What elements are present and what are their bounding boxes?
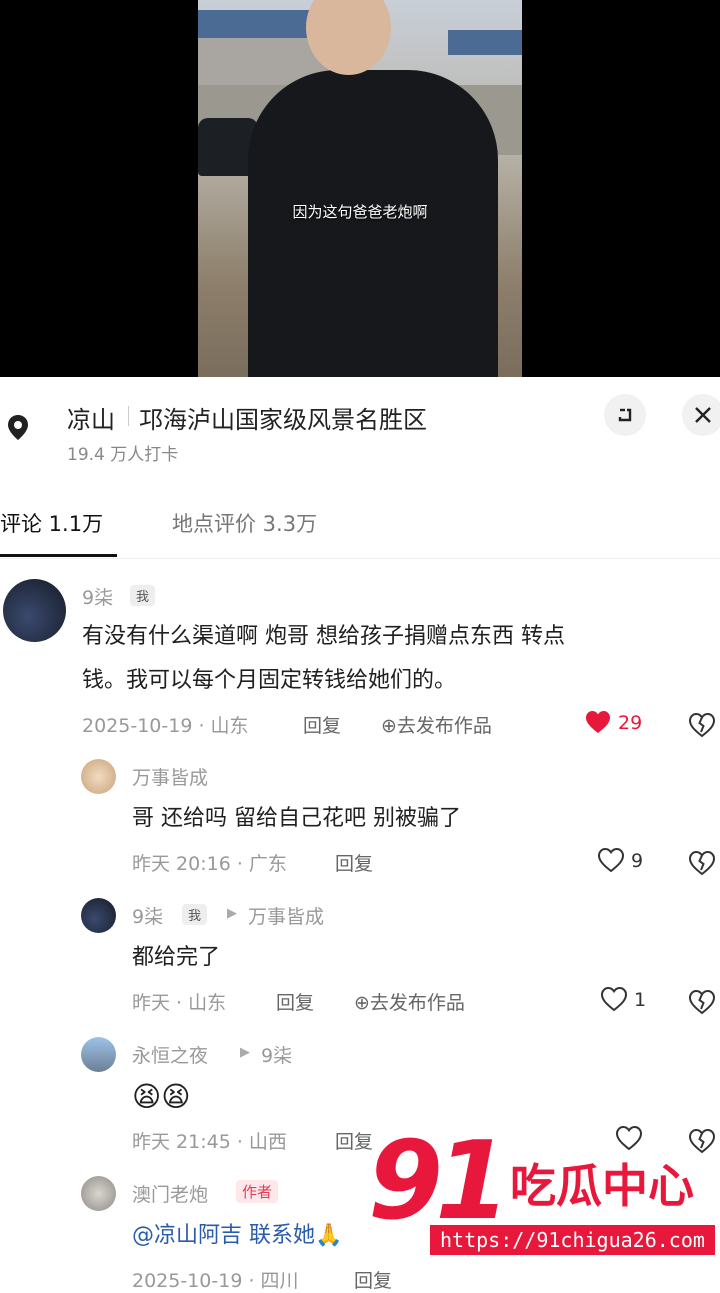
comment-meta: 昨天 20:16 · 广东 — [132, 853, 287, 875]
comment-item[interactable]: 9柒 我 有没有什么渠道啊 炮哥 想给孩子捐赠点东西 转点 钱。我可以每个月固定… — [0, 575, 720, 745]
publish-label: 去发布作品 — [396, 715, 492, 737]
like-count: 1 — [634, 989, 647, 1011]
reply-comment-item[interactable]: 9柒 我 ▶ 万事皆成 都给完了 昨天 · 山东 回复 ⊕去发布作品 1 — [0, 894, 720, 1024]
location-city: 凉山 — [67, 406, 115, 434]
comment-text: 😫😫 — [132, 1080, 191, 1113]
comment-username[interactable]: 永恒之夜 — [132, 1041, 208, 1068]
watermark-url: https://91chigua26.com — [430, 1225, 715, 1255]
avatar[interactable] — [81, 1176, 116, 1211]
location-name: 邛海泸山国家级风景名胜区 — [139, 406, 427, 434]
comment-text: 都给完了 — [132, 945, 221, 970]
comment-meta: 昨天 21:45 · 山西 — [132, 1131, 287, 1153]
heart-filled-icon — [586, 711, 610, 733]
heart-outline-icon — [597, 847, 625, 873]
publish-icon: ⊕ — [354, 992, 370, 1014]
reply-to-username[interactable]: 9柒 — [261, 1041, 292, 1068]
comment-text: 有没有什么渠道啊 炮哥 想给孩子捐赠点东西 转点 — [82, 624, 565, 649]
reply-button[interactable]: 回复 — [276, 988, 314, 1015]
watermark-number: 91 — [368, 1119, 510, 1244]
location-header[interactable]: 凉山 邛海泸山国家级风景名胜区 19.4 万人打卡 — [0, 390, 720, 470]
comment-text: 哥 还给吗 留给自己花吧 别被骗了 — [132, 806, 461, 831]
comment-username[interactable]: 澳门老炮 — [132, 1180, 208, 1207]
video-player[interactable]: 因为这句爸爸老炮啊 — [0, 0, 720, 377]
tab-bar: 评论 1.1万 地点评价 3.3万 — [0, 498, 720, 559]
comment-text: @凉山阿吉 联系她🙏 — [132, 1223, 343, 1248]
reply-button[interactable]: 回复 — [335, 849, 373, 876]
expand-button[interactable] — [604, 394, 646, 436]
like-button[interactable]: 9 — [597, 847, 643, 873]
comment-username[interactable]: 万事皆成 — [132, 763, 208, 790]
building-roof — [448, 30, 522, 55]
avatar[interactable] — [81, 1037, 116, 1072]
like-count: 9 — [631, 850, 644, 872]
comment-username[interactable]: 9柒 — [82, 583, 113, 610]
comment-text: 钱。我可以每个月固定转钱给她们的。 — [82, 668, 457, 693]
location-pin-icon — [8, 415, 28, 440]
close-button[interactable] — [682, 394, 720, 436]
dislike-icon[interactable] — [688, 849, 716, 877]
comment-username[interactable]: 9柒 — [132, 902, 163, 929]
divider — [128, 406, 129, 426]
tab-place-reviews[interactable]: 地点评价 3.3万 — [172, 508, 317, 538]
comment-meta: 昨天 · 山东 — [132, 992, 227, 1014]
me-badge: 我 — [182, 904, 208, 925]
location-checkins: 19.4 万人打卡 — [67, 445, 179, 465]
me-badge: 我 — [130, 585, 156, 606]
avatar[interactable] — [81, 898, 116, 933]
publish-work-button[interactable]: ⊕去发布作品 — [381, 711, 492, 738]
tab-comments[interactable]: 评论 1.1万 — [0, 508, 103, 538]
watermark-text: 吃瓜中心 — [510, 1159, 694, 1213]
watermark-logo: 91 吃瓜中心 https://91chigua26.com — [368, 1128, 718, 1268]
expand-icon — [618, 408, 632, 422]
reply-button[interactable]: 回复 — [303, 711, 341, 738]
reply-arrow-icon: ▶ — [240, 1045, 250, 1060]
like-count: 29 — [618, 712, 643, 734]
tab-active-indicator — [0, 554, 117, 557]
person — [248, 70, 498, 377]
dislike-icon[interactable] — [688, 711, 716, 739]
reply-to-username[interactable]: 万事皆成 — [248, 902, 324, 929]
dislike-icon[interactable] — [688, 988, 716, 1016]
publish-work-button[interactable]: ⊕去发布作品 — [354, 988, 465, 1015]
reply-arrow-icon: ▶ — [227, 906, 237, 921]
like-button[interactable]: 29 — [584, 709, 642, 735]
close-icon — [695, 407, 711, 423]
comment-meta: 2025-10-19 · 山东 — [82, 715, 249, 737]
author-badge: 作者 — [236, 1180, 279, 1203]
like-button[interactable]: 1 — [600, 986, 646, 1012]
heart-outline-icon — [600, 986, 628, 1012]
reply-comment-item[interactable]: 万事皆成 哥 还给吗 留给自己花吧 别被骗了 昨天 20:16 · 广东 回复 … — [0, 755, 720, 885]
video-frame[interactable]: 因为这句爸爸老炮啊 — [198, 0, 522, 377]
building-roof — [198, 10, 318, 40]
publish-icon: ⊕ — [381, 715, 397, 737]
avatar[interactable] — [81, 759, 116, 794]
video-subtitle: 因为这句爸爸老炮啊 — [292, 203, 428, 221]
avatar[interactable] — [3, 579, 66, 642]
publish-label: 去发布作品 — [369, 992, 465, 1014]
